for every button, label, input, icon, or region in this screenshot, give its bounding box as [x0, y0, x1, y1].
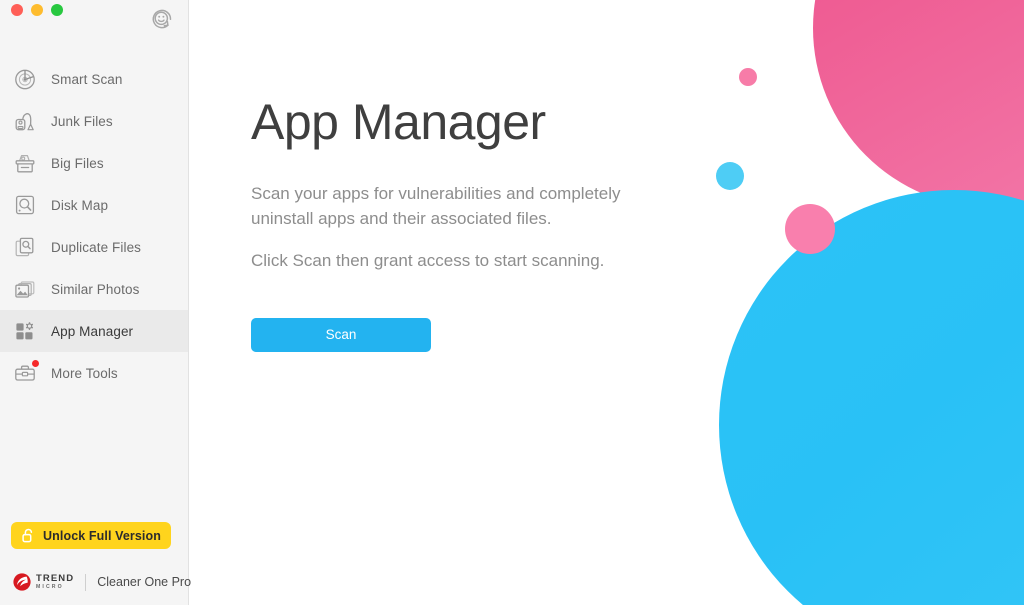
sidebar-item-label: Smart Scan: [51, 71, 123, 87]
file-box-icon: [12, 150, 38, 176]
open-lock-icon: [22, 528, 33, 542]
sidebar-item-label: App Manager: [51, 323, 134, 339]
titlebar: [0, 0, 188, 44]
window-controls: [11, 4, 63, 16]
sidebar-item-label: Big Files: [51, 155, 104, 171]
sidebar-item-label: More Tools: [51, 365, 118, 381]
brand-micro-text: MICRO: [36, 583, 64, 590]
sidebar-nav: Smart Scan Junk Files Big Files Disk Map…: [0, 58, 188, 394]
close-button[interactable]: [11, 4, 23, 16]
sidebar-item-label: Duplicate Files: [51, 239, 142, 255]
brand-divider: [85, 573, 87, 591]
product-name: Cleaner One Pro: [97, 575, 192, 589]
radar-icon: [12, 66, 38, 92]
brand-footer: TREND MICRO Cleaner One Pro: [12, 572, 191, 592]
app-window: Smart Scan Junk Files Big Files Disk Map…: [0, 0, 1024, 605]
smiley-feedback-icon: [152, 9, 171, 28]
feedback-button[interactable]: [149, 6, 174, 31]
sidebar-item-smart-scan[interactable]: Smart Scan: [0, 58, 188, 100]
main-content: App Manager Scan your apps for vulnerabi…: [189, 0, 1024, 605]
app-grid-gear-icon: [12, 318, 38, 344]
sidebar-item-app-manager[interactable]: App Manager: [0, 310, 188, 352]
duplicate-docs-icon: [12, 234, 38, 260]
description-paragraph-1: Scan your apps for vulnerabilities and c…: [251, 183, 621, 228]
scan-button[interactable]: Scan: [251, 317, 431, 352]
sidebar-item-disk-map[interactable]: Disk Map: [0, 184, 188, 226]
sidebar-item-label: Junk Files: [51, 113, 113, 129]
toolbox-icon: [12, 359, 40, 386]
trend-micro-logo: TREND MICRO: [12, 572, 74, 592]
notification-badge: [31, 359, 40, 368]
sidebar-item-duplicate-files[interactable]: Duplicate Files: [0, 226, 188, 268]
sidebar-item-similar-photos[interactable]: Similar Photos: [0, 268, 188, 310]
unlock-full-version-label: Unlock Full Version: [43, 528, 161, 543]
brand-trend-text: TREND: [36, 573, 75, 585]
minimize-button[interactable]: [31, 4, 43, 16]
vacuum-icon: [12, 108, 38, 134]
sidebar-item-junk-files[interactable]: Junk Files: [0, 100, 188, 142]
page-description: Scan your apps for vulnerabilities and c…: [251, 181, 681, 273]
sidebar: Smart Scan Junk Files Big Files Disk Map…: [0, 0, 191, 605]
sidebar-item-big-files[interactable]: Big Files: [0, 142, 188, 184]
zoom-button[interactable]: [51, 4, 63, 16]
trend-micro-mark-icon: [13, 573, 31, 591]
disk-search-icon: [12, 192, 38, 218]
trend-micro-wordmark: TREND MICRO: [36, 574, 74, 590]
page-title: App Manager: [251, 94, 546, 150]
sidebar-item-label: Similar Photos: [51, 281, 140, 297]
photos-stack-icon: [12, 276, 38, 302]
sidebar-item-more-tools[interactable]: More Tools: [0, 352, 188, 394]
unlock-full-version-button[interactable]: Unlock Full Version: [11, 522, 171, 549]
content-column: App Manager Scan your apps for vulnerabi…: [189, 0, 1024, 352]
description-paragraph-2: Click Scan then grant access to start sc…: [251, 250, 605, 270]
sidebar-item-label: Disk Map: [51, 197, 109, 213]
